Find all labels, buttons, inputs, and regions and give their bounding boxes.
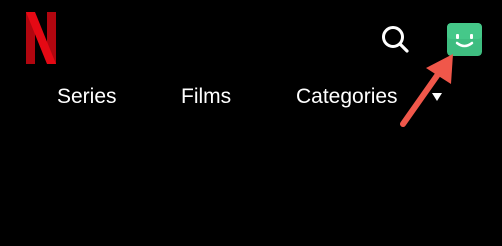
netflix-logo[interactable] (24, 10, 58, 66)
arrow-icon (400, 54, 453, 127)
netflix-n-icon (26, 12, 56, 64)
nav-films[interactable]: Films (181, 83, 231, 111)
nav-categories[interactable]: Categories (296, 83, 398, 111)
nav-series[interactable]: Series (57, 83, 117, 111)
